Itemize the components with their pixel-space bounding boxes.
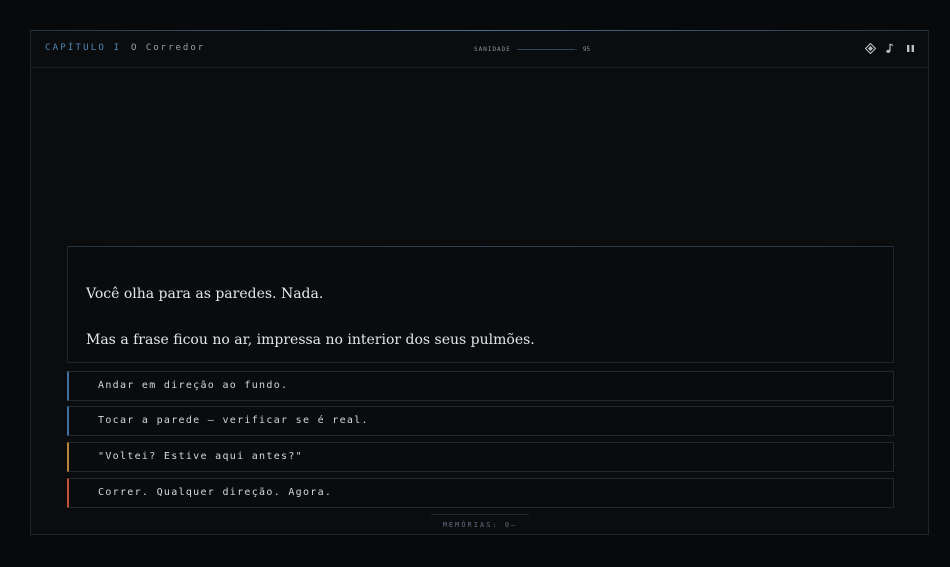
diamond-icon[interactable]	[864, 42, 876, 54]
sanity-value: 95	[582, 45, 591, 53]
choice-button[interactable]: Andar em direção ao fundo.	[67, 371, 894, 401]
sanity-meter: SANIDADE 95	[474, 44, 590, 54]
controls	[864, 42, 916, 54]
pause-icon[interactable]	[904, 42, 916, 54]
narrative-box: Você olha para as paredes. Nada. Mas a f…	[67, 246, 894, 363]
top-bar: CAPÍTULO I O Corredor SANIDADE 95	[31, 31, 928, 68]
music-note-icon[interactable]	[884, 42, 896, 54]
choice-button[interactable]: Tocar a parede — verificar se é real.	[67, 406, 894, 436]
chapter-title: O Corredor	[131, 43, 206, 53]
chapter-label: CAPÍTULO I	[45, 43, 122, 53]
memories-counter: MEMÓRIAS: 0—	[431, 514, 529, 529]
sanity-bar	[516, 48, 577, 50]
narrative-line: Você olha para as paredes. Nada.	[86, 286, 324, 302]
game-frame: CAPÍTULO I O Corredor SANIDADE 95 Você o…	[30, 30, 929, 535]
sanity-label: SANIDADE	[474, 45, 511, 53]
choice-button[interactable]: Correr. Qualquer direção. Agora.	[67, 478, 894, 508]
sanity-bar-fill	[516, 48, 574, 50]
choice-button[interactable]: "Voltei? Estive aqui antes?"	[67, 442, 894, 472]
narrative-line: Mas a frase ficou no ar, impressa no int…	[86, 332, 535, 348]
